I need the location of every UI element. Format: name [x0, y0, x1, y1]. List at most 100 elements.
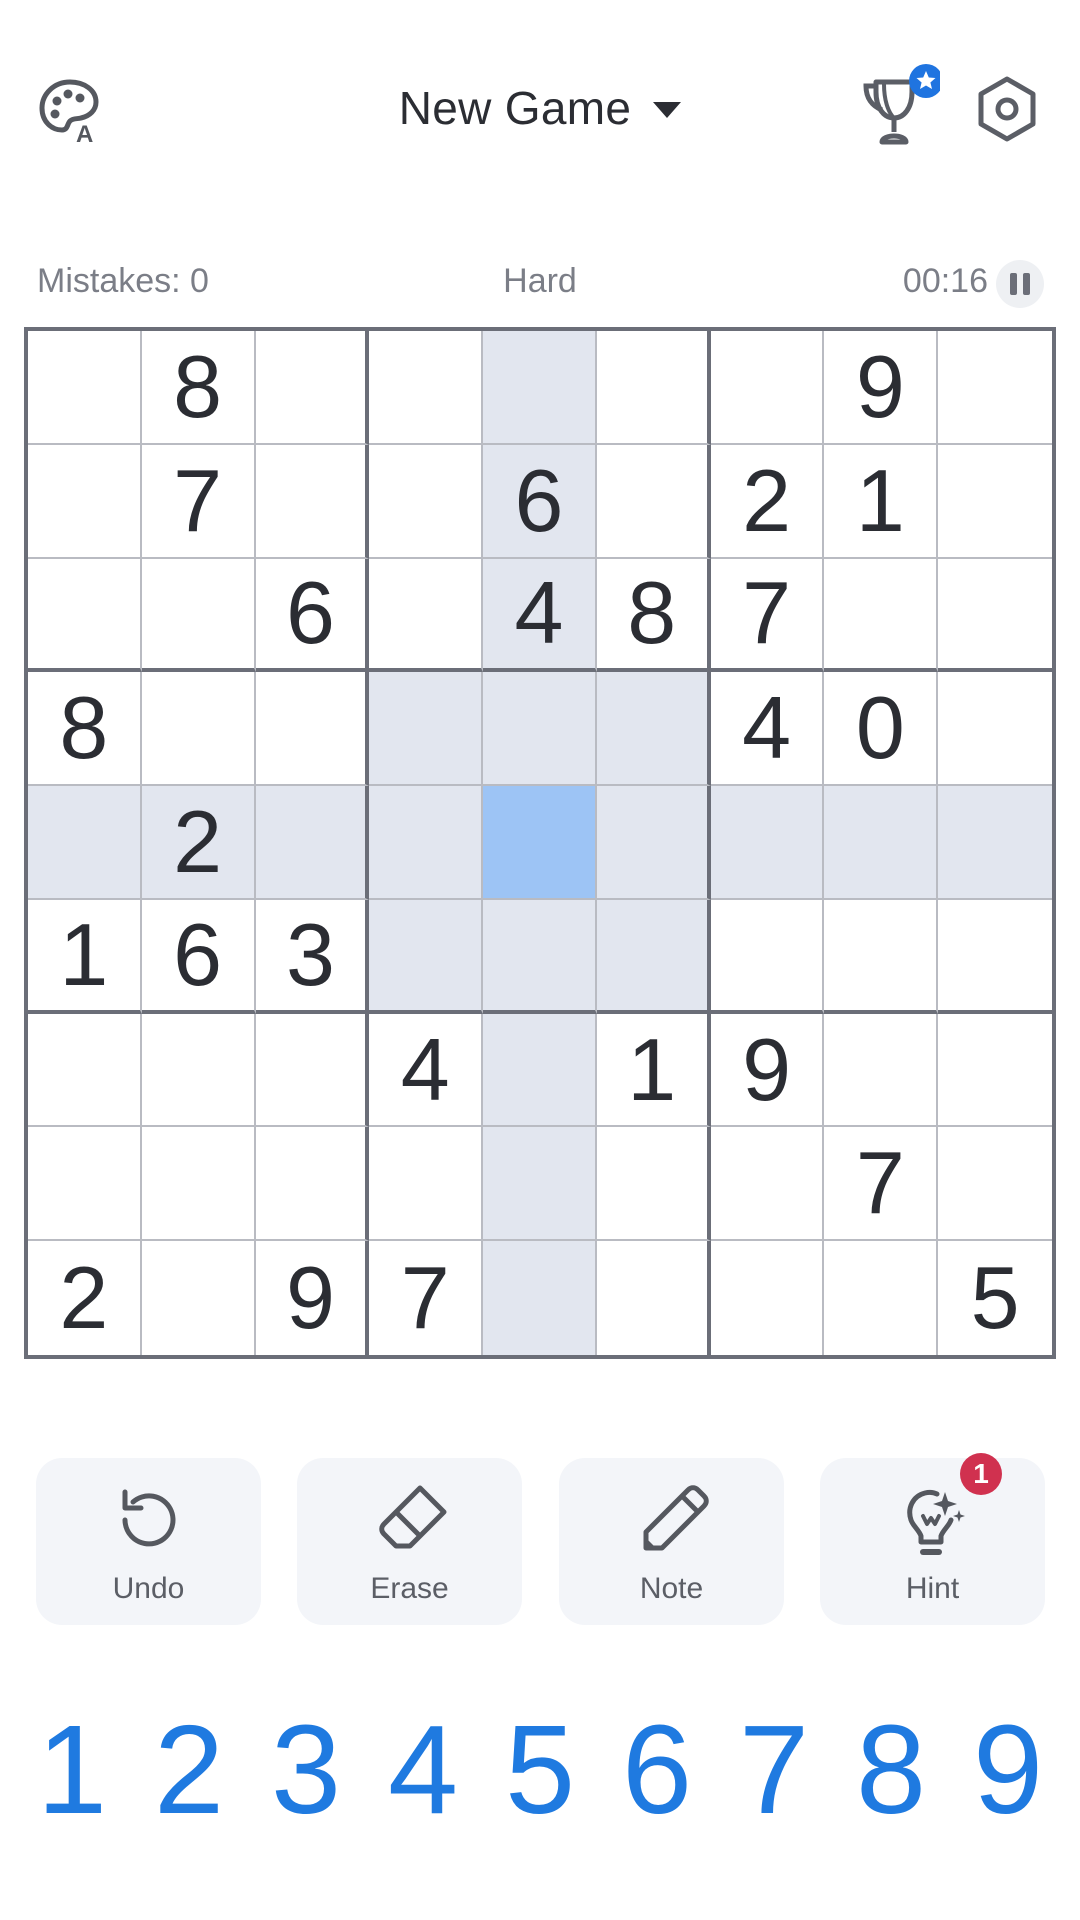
cell-r8-c9[interactable]	[938, 1127, 1052, 1242]
number-button-3[interactable]: 3	[248, 1700, 364, 1840]
cell-r7-c8[interactable]	[824, 1013, 939, 1128]
cell-r2-c3[interactable]	[255, 444, 370, 559]
cell-r6-c7[interactable]	[710, 899, 825, 1014]
number-button-6[interactable]: 6	[599, 1700, 715, 1840]
cell-r3-c5[interactable]: 4	[483, 558, 597, 673]
cell-r6-c3[interactable]: 3	[255, 899, 370, 1014]
cell-r5-c5[interactable]	[483, 786, 597, 900]
cell-r5-c6[interactable]	[596, 786, 711, 900]
number-button-9[interactable]: 9	[950, 1700, 1066, 1840]
cell-r5-c4[interactable]	[369, 786, 484, 900]
cell-r9-c3[interactable]: 9	[256, 1241, 370, 1355]
pause-button[interactable]	[996, 260, 1044, 308]
cell-r7-c7[interactable]: 9	[710, 1013, 825, 1128]
cell-r4-c7[interactable]: 4	[710, 672, 825, 787]
cell-r3-c1[interactable]	[28, 558, 142, 673]
cell-r7-c9[interactable]	[938, 1014, 1052, 1128]
cell-r1-c9[interactable]	[938, 331, 1052, 445]
cell-r8-c3[interactable]	[255, 1127, 370, 1242]
cell-r9-c2[interactable]	[142, 1241, 256, 1355]
number-button-2[interactable]: 2	[131, 1700, 247, 1840]
cell-r1-c4[interactable]	[369, 331, 484, 445]
cell-r4-c4[interactable]	[369, 672, 484, 787]
cell-r2-c8[interactable]: 1	[824, 444, 939, 559]
cell-r5-c1[interactable]	[28, 786, 142, 900]
cell-r8-c8[interactable]: 7	[824, 1127, 939, 1242]
sudoku-board: 8976216487840216341972975	[24, 327, 1056, 1359]
cell-r6-c1[interactable]: 1	[28, 899, 142, 1014]
cell-r9-c4[interactable]: 7	[369, 1241, 484, 1355]
cell-r2-c4[interactable]	[369, 444, 484, 559]
number-button-4[interactable]: 4	[365, 1700, 481, 1840]
cell-r6-c2[interactable]: 6	[141, 899, 256, 1014]
cell-r8-c6[interactable]	[596, 1127, 711, 1242]
cell-r7-c1[interactable]	[28, 1013, 142, 1128]
cell-r7-c4[interactable]: 4	[369, 1013, 484, 1128]
cell-r3-c3[interactable]: 6	[255, 558, 370, 673]
number-button-7[interactable]: 7	[716, 1700, 832, 1840]
caret-down-icon	[653, 102, 682, 118]
cell-r9-c1[interactable]: 2	[28, 1241, 142, 1355]
number-button-8[interactable]: 8	[833, 1700, 949, 1840]
cell-r9-c8[interactable]	[824, 1241, 939, 1355]
cell-r6-c4[interactable]	[369, 899, 484, 1014]
cell-r1-c6[interactable]	[596, 331, 711, 445]
cell-r4-c3[interactable]	[255, 672, 370, 787]
cell-r2-c9[interactable]	[938, 445, 1052, 559]
cell-r8-c4[interactable]	[369, 1127, 484, 1242]
settings-button[interactable]	[972, 74, 1042, 144]
cell-r5-c7[interactable]	[710, 786, 825, 900]
note-button[interactable]: Note	[559, 1458, 784, 1625]
cell-r8-c7[interactable]	[710, 1127, 825, 1242]
cell-r1-c3[interactable]	[255, 331, 370, 445]
number-button-5[interactable]: 5	[482, 1700, 598, 1840]
cell-r6-c8[interactable]	[824, 899, 939, 1014]
cell-r3-c9[interactable]	[938, 559, 1052, 673]
cell-r4-c6[interactable]	[596, 672, 711, 787]
cell-r5-c9[interactable]	[938, 786, 1052, 900]
hint-button[interactable]: 1 Hint	[820, 1453, 1045, 1625]
cell-r5-c3[interactable]	[255, 786, 370, 900]
cell-r7-c2[interactable]	[141, 1013, 256, 1128]
cell-r1-c5[interactable]	[483, 331, 597, 445]
cell-r1-c8[interactable]: 9	[824, 331, 939, 445]
cell-r6-c9[interactable]	[938, 900, 1052, 1014]
cell-r8-c1[interactable]	[28, 1127, 142, 1242]
cell-r3-c2[interactable]	[141, 558, 256, 673]
undo-button[interactable]: Undo	[36, 1458, 261, 1625]
cell-r9-c7[interactable]	[711, 1241, 825, 1355]
cell-r7-c5[interactable]	[483, 1013, 597, 1128]
cell-r2-c5[interactable]: 6	[483, 444, 597, 559]
cell-r4-c2[interactable]	[141, 672, 256, 787]
cell-r8-c2[interactable]	[141, 1127, 256, 1242]
cell-r7-c6[interactable]: 1	[596, 1013, 711, 1128]
cell-r9-c9[interactable]: 5	[938, 1241, 1052, 1355]
cell-r9-c6[interactable]	[597, 1241, 711, 1355]
cell-r4-c8[interactable]: 0	[824, 672, 939, 787]
cell-r6-c5[interactable]	[483, 899, 597, 1014]
erase-button[interactable]: Erase	[297, 1458, 522, 1625]
cell-r8-c5[interactable]	[483, 1127, 597, 1242]
cell-r1-c1[interactable]	[28, 331, 142, 445]
trophy-button[interactable]	[860, 62, 940, 150]
cell-r4-c5[interactable]	[483, 672, 597, 787]
cell-r6-c6[interactable]	[596, 899, 711, 1014]
cell-r2-c1[interactable]	[28, 444, 142, 559]
cell-r3-c7[interactable]: 7	[710, 558, 825, 673]
number-button-1[interactable]: 1	[14, 1700, 130, 1840]
undo-icon	[122, 1489, 175, 1547]
cell-r7-c3[interactable]	[255, 1013, 370, 1128]
cell-r9-c5[interactable]	[483, 1241, 597, 1355]
cell-r4-c9[interactable]	[938, 672, 1052, 787]
cell-r3-c8[interactable]	[824, 558, 939, 673]
cell-r5-c2[interactable]: 2	[141, 786, 256, 900]
cell-r2-c6[interactable]	[596, 444, 711, 559]
cell-r2-c2[interactable]: 7	[141, 444, 256, 559]
cell-r2-c7[interactable]: 2	[710, 444, 825, 559]
cell-r4-c1[interactable]: 8	[28, 672, 142, 787]
cell-r3-c4[interactable]	[369, 558, 484, 673]
cell-r5-c8[interactable]	[824, 786, 939, 900]
cell-r1-c2[interactable]: 8	[141, 331, 256, 445]
cell-r1-c7[interactable]	[710, 331, 825, 445]
cell-r3-c6[interactable]: 8	[596, 558, 711, 673]
